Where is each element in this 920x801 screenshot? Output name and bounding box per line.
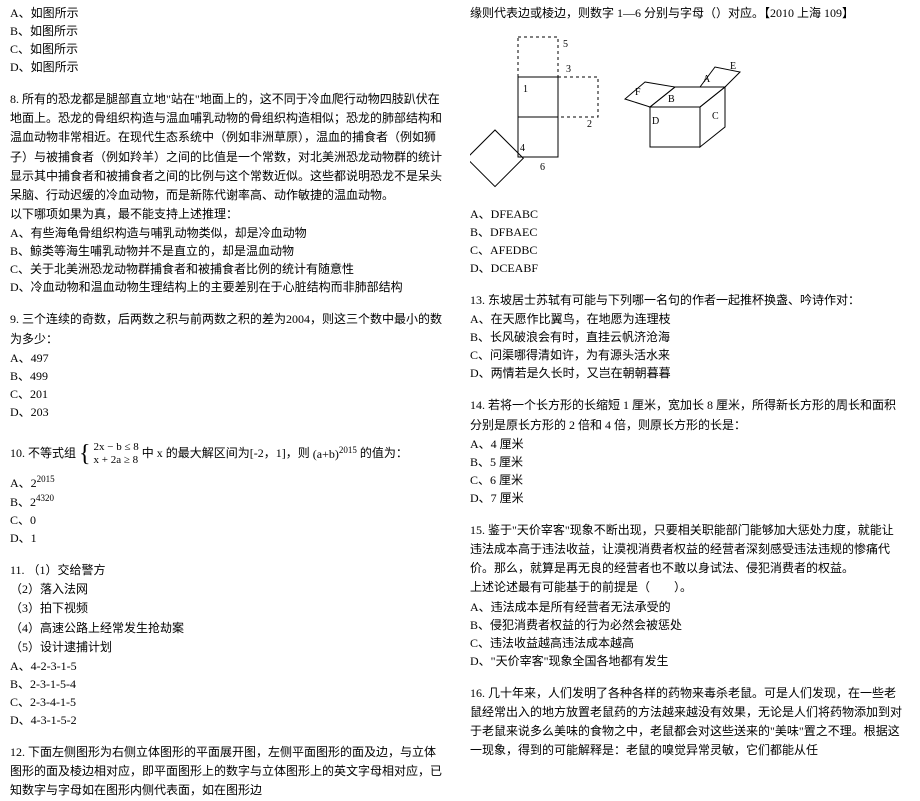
svg-text:4: 4: [520, 143, 525, 154]
choice-d: D、"天价宰客"现象全国各地都有发生: [470, 652, 905, 670]
question-stem: 14. 若将一个长方形的长缩短 1 厘米，宽加长 8 厘米，所得新长方形的周长和…: [470, 396, 905, 434]
choice-d: D、203: [10, 403, 445, 421]
choice-a: A、497: [10, 349, 445, 367]
choice-a: A、DFEABC: [470, 205, 905, 223]
svg-text:2: 2: [587, 119, 592, 130]
choice-b: B、5 厘米: [470, 453, 905, 471]
svg-text:A: A: [703, 74, 711, 85]
question-12-cont: 缘则代表边或棱边，则数字 1—6 分别与字母（）对应。【2010 上海 109】…: [470, 4, 905, 277]
svg-text:F: F: [635, 87, 641, 98]
question-stem: 13. 东坡居士苏轼有可能与下列哪一名句的作者一起推杯换盏、吟诗作对：: [470, 291, 905, 310]
question-10: 10. 不等式组 { 2x − b ≤ 8 x + 2a ≥ 8 中 x 的最大…: [10, 435, 445, 547]
choice-b: B、2-3-1-5-4: [10, 675, 445, 693]
question-stem: 9. 三个连续的奇数，后两数之积与前两数之积的差为2004，则这三个数中最小的数…: [10, 310, 445, 348]
choice-c: C、2-3-4-1-5: [10, 693, 445, 711]
question-7-choices: A、如图所示 B、如图所示 C、如图所示 D、如图所示: [10, 4, 445, 76]
svg-text:6: 6: [540, 162, 545, 173]
question-cont: 缘则代表边或棱边，则数字 1—6 分别与字母（）对应。【2010 上海 109】: [470, 4, 905, 23]
question-stem: 15. 鉴于"天价宰客"现象不断出现，只要相关职能部门能够加大惩处力度，就能让违…: [470, 521, 905, 579]
choice-d: D、如图所示: [10, 58, 445, 76]
svg-text:5: 5: [563, 39, 568, 50]
question-sub: 上述论述最有可能基于的前提是（ ）。: [470, 578, 905, 597]
question-stem: 11. （1）交给警方: [10, 561, 445, 580]
choice-a: A、有些海龟骨组织构造与哺乳动物类似，却是冷血动物: [10, 224, 445, 242]
choice-a: A、在天愿作比翼鸟，在地愿为连理枝: [470, 310, 905, 328]
choice-c: C、AFEDBC: [470, 241, 905, 259]
choice-c: C、0: [10, 511, 445, 529]
choice-a: A、22015: [10, 473, 445, 492]
choice-a: A、4-2-3-1-5: [10, 657, 445, 675]
question-14: 14. 若将一个长方形的长缩短 1 厘米，宽加长 8 厘米，所得新长方形的周长和…: [470, 396, 905, 506]
choice-b: B、长风破浪会有时，直挂云帆济沧海: [470, 328, 905, 346]
choice-d: D、两情若是久长时，又岂在朝朝暮暮: [470, 364, 905, 382]
choice-a: A、违法成本是所有经营者无法承受的: [470, 598, 905, 616]
line-2: （2）落入法网: [10, 580, 445, 599]
svg-text:E: E: [730, 61, 736, 72]
question-sub: 以下哪项如果为真，最不能支持上述推理：: [10, 205, 445, 224]
choice-c: C、201: [10, 385, 445, 403]
choice-d: D、DCEABF: [470, 259, 905, 277]
question-stem: 16. 几十年来，人们发明了各种各样的药物来毒杀老鼠。可是人们发现，在一些老鼠经…: [470, 684, 905, 761]
choice-c: C、关于北美洲恐龙动物群捕食者和被捕食者比例的统计有随意性: [10, 260, 445, 278]
choice-b: B、499: [10, 367, 445, 385]
line-5: （5）设计逮捕计划: [10, 638, 445, 657]
choice-d: D、1: [10, 529, 445, 547]
choice-d: D、7 厘米: [470, 489, 905, 507]
choice-a: A、如图所示: [10, 4, 445, 22]
unfold-diagram: 5 3 1 2 4 6 E A C B: [470, 27, 750, 197]
choice-b: B、如图所示: [10, 22, 445, 40]
choice-b: B、侵犯消费者权益的行为必然会被惩处: [470, 616, 905, 634]
svg-text:1: 1: [523, 84, 528, 95]
choice-b: B、DFBAEC: [470, 223, 905, 241]
choice-b: B、24320: [10, 492, 445, 511]
svg-text:3: 3: [566, 64, 571, 75]
question-15: 15. 鉴于"天价宰客"现象不断出现，只要相关职能部门能够加大惩处力度，就能让违…: [470, 521, 905, 670]
svg-text:C: C: [712, 111, 719, 122]
line-3: （3）拍下视频: [10, 599, 445, 618]
question-13: 13. 东坡居士苏轼有可能与下列哪一名句的作者一起推杯换盏、吟诗作对： A、在天…: [470, 291, 905, 382]
choice-a: A、4 厘米: [470, 435, 905, 453]
choice-d: D、4-3-1-5-2: [10, 711, 445, 729]
question-stem: 12. 下面左侧图形为右侧立体图形的平面展开图，左侧平面图形的面及边，与立体图形…: [10, 743, 445, 801]
choice-b: B、鲸类等海生哺乳动物并不是直立的，却是温血动物: [10, 242, 445, 260]
svg-text:D: D: [652, 116, 659, 127]
question-9: 9. 三个连续的奇数，后两数之积与前两数之积的差为2004，则这三个数中最小的数…: [10, 310, 445, 420]
question-stem: 8. 所有的恐龙都是腿部直立地"站在"地面上的，这不同于冷血爬行动物四肢趴伏在地…: [10, 90, 445, 205]
choice-c: C、如图所示: [10, 40, 445, 58]
svg-text:B: B: [668, 94, 675, 105]
question-8: 8. 所有的恐龙都是腿部直立地"站在"地面上的，这不同于冷血爬行动物四肢趴伏在地…: [10, 90, 445, 296]
choice-c: C、违法收益越高违法成本越高: [470, 634, 905, 652]
question-11: 11. （1）交给警方 （2）落入法网 （3）拍下视频 （4）高速公路上经常发生…: [10, 561, 445, 729]
question-12-start: 12. 下面左侧图形为右侧立体图形的平面展开图，左侧平面图形的面及边，与立体图形…: [10, 743, 445, 801]
choice-c: C、6 厘米: [470, 471, 905, 489]
line-4: （4）高速公路上经常发生抢劫案: [10, 619, 445, 638]
choice-d: D、冷血动物和温血动物生理结构上的主要差别在于心脏结构而非肺部结构: [10, 278, 445, 296]
question-stem: 10. 不等式组 { 2x − b ≤ 8 x + 2a ≥ 8 中 x 的最大…: [10, 435, 445, 473]
question-16: 16. 几十年来，人们发明了各种各样的药物来毒杀老鼠。可是人们发现，在一些老鼠经…: [470, 684, 905, 761]
choice-c: C、问渠哪得清如许，为有源头活水来: [470, 346, 905, 364]
